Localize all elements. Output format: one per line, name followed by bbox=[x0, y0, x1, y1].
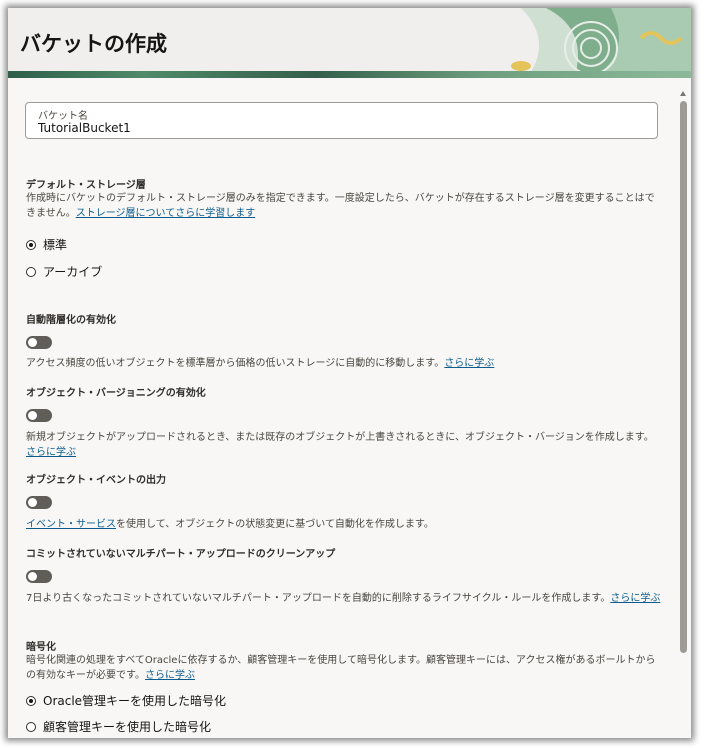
encryption-help-text: 暗号化関連の処理をすべてOracleに依存するか、顧客管理キーを使用して暗号化し… bbox=[26, 655, 656, 681]
multipart-learn-more-link[interactable]: さらに学ぶ bbox=[610, 593, 660, 604]
storage-tier-archive-label: アーカイブ bbox=[43, 265, 103, 279]
auto-tiering-help: アクセス頻度の低いオブジェクトを標準層から価格の低いストレージに自動的に移動しま… bbox=[26, 356, 662, 371]
radio-unchecked-icon[interactable] bbox=[26, 721, 36, 732]
radio-unchecked-icon[interactable] bbox=[26, 266, 36, 277]
multipart-toggle[interactable] bbox=[26, 570, 52, 583]
auto-tiering-learn-more-link[interactable]: さらに学ぶ bbox=[444, 358, 494, 369]
versioning-label: オブジェクト・バージョニングの有効化 bbox=[26, 388, 206, 399]
storage-tier-archive-option[interactable]: アーカイブ bbox=[26, 263, 102, 280]
create-bucket-panel: バケットの作成 バケット名 TutorialBucket1 デフォルト・ストレー… bbox=[8, 8, 691, 738]
versioning-learn-more-link[interactable]: さらに学ぶ bbox=[26, 447, 76, 458]
encryption-oracle-label: Oracle管理キーを使用した暗号化 bbox=[43, 694, 227, 708]
storage-tier-label: デフォルト・ストレージ層 bbox=[26, 180, 146, 191]
multipart-help-text: 7日より古くなったコミットされていないマルチパート・アップロードを自動的に削除す… bbox=[26, 593, 611, 604]
encryption-customer-option[interactable]: 顧客管理キーを使用した暗号化 bbox=[26, 718, 211, 735]
storage-tier-standard-option[interactable]: 標準 bbox=[26, 236, 67, 253]
auto-tiering-label: 自動階層化の有効化 bbox=[26, 315, 116, 326]
encryption-help: 暗号化関連の処理をすべてOracleに依存するか、顧客管理キーを使用して暗号化し… bbox=[26, 653, 662, 683]
auto-tiering-toggle[interactable] bbox=[26, 336, 52, 349]
page-title: バケットの作成 bbox=[20, 32, 167, 56]
bucket-name-input[interactable]: TutorialBucket1 bbox=[38, 121, 131, 135]
scroll-up-arrow-icon[interactable] bbox=[680, 91, 686, 96]
panel-header: バケットの作成 bbox=[8, 8, 691, 78]
storage-tier-standard-label: 標準 bbox=[43, 238, 68, 252]
events-toggle[interactable] bbox=[26, 496, 52, 509]
encryption-customer-label: 顧客管理キーを使用した暗号化 bbox=[43, 720, 212, 734]
radio-checked-icon[interactable] bbox=[26, 239, 36, 250]
header-decoration-icon bbox=[511, 8, 691, 72]
events-help: イベント・サービスを使用して、オブジェクトの状態変更に基づいて自動化を作成します… bbox=[26, 517, 662, 532]
encryption-oracle-option[interactable]: Oracle管理キーを使用した暗号化 bbox=[26, 692, 226, 709]
events-help-text: を使用して、オブジェクトの状態変更に基づいて自動化を作成します。 bbox=[116, 519, 434, 530]
versioning-help: 新規オブジェクトがアップロードされるとき、または既存のオブジェクトが上書きされる… bbox=[26, 430, 662, 460]
radio-checked-icon[interactable] bbox=[26, 695, 36, 706]
bucket-name-field[interactable]: バケット名 TutorialBucket1 bbox=[25, 102, 658, 139]
multipart-help: 7日より古くなったコミットされていないマルチパート・アップロードを自動的に削除す… bbox=[26, 591, 662, 606]
storage-tier-learn-more-link[interactable]: ストレージ層についてさらに学習します bbox=[76, 208, 256, 219]
storage-tier-help: 作成時にバケットのデフォルト・ストレージ層のみを指定できます。一度設定したら、バ… bbox=[26, 191, 662, 221]
header-band bbox=[8, 71, 691, 78]
scrollbar-thumb[interactable] bbox=[680, 101, 687, 653]
versioning-toggle[interactable] bbox=[26, 409, 52, 422]
form-content: バケット名 TutorialBucket1 デフォルト・ストレージ層 作成時にバ… bbox=[8, 78, 678, 738]
events-service-link[interactable]: イベント・サービス bbox=[26, 519, 116, 530]
encryption-learn-more-link[interactable]: さらに学ぶ bbox=[145, 670, 195, 681]
multipart-label: コミットされていないマルチパート・アップロードのクリーンアップ bbox=[26, 549, 336, 560]
bucket-name-label: バケット名 bbox=[38, 111, 88, 122]
versioning-help-text: 新規オブジェクトがアップロードされるとき、または既存のオブジェクトが上書きされる… bbox=[26, 432, 654, 443]
auto-tiering-help-text: アクセス頻度の低いオブジェクトを標準層から価格の低いストレージに自動的に移動しま… bbox=[26, 358, 445, 369]
events-label: オブジェクト・イベントの出力 bbox=[26, 475, 166, 486]
vertical-scrollbar[interactable] bbox=[679, 88, 688, 738]
encryption-label: 暗号化 bbox=[26, 642, 56, 653]
